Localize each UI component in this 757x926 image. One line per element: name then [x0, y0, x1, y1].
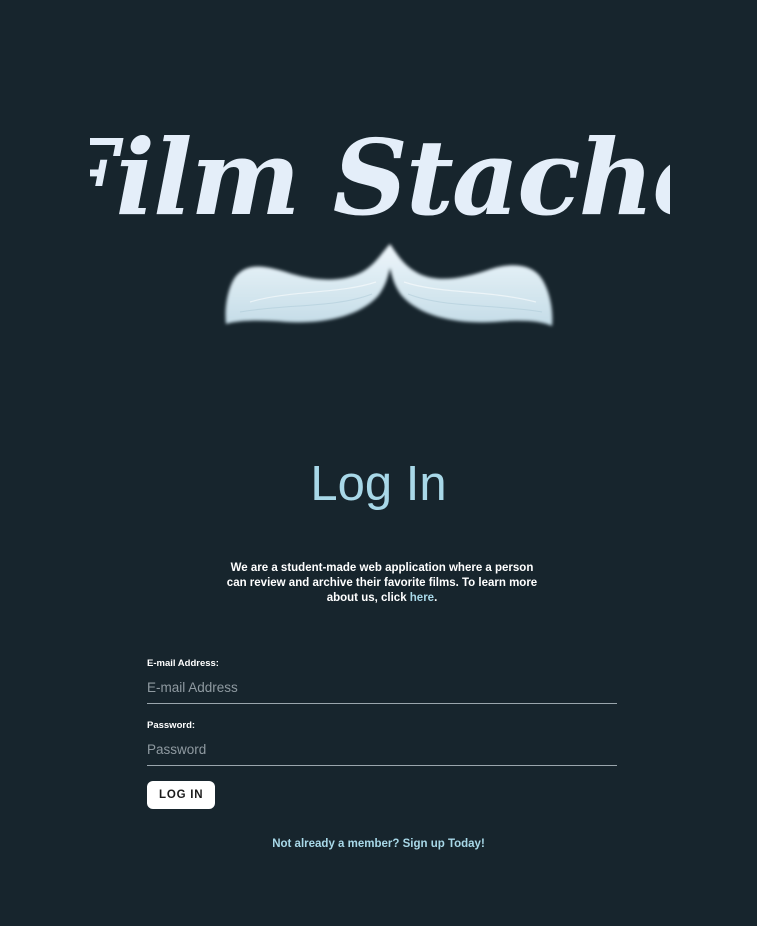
sign-up-link[interactable]: Not already a member? Sign up Today! — [272, 838, 485, 850]
intro-text: We are a student-made web application wh… — [222, 561, 542, 606]
intro-text-end: . — [434, 592, 438, 604]
login-form: E-mail Address: Password: LOG IN — [147, 657, 617, 809]
password-field[interactable] — [147, 733, 617, 766]
signup-prompt: Not already a member? Sign up Today! — [0, 834, 757, 852]
email-field[interactable] — [147, 671, 617, 704]
film-stache-logo: Film Stache — [90, 116, 670, 326]
login-page: Film Stache Log In We are a student-made… — [0, 0, 757, 926]
logo-wordmark: Film Stache — [90, 116, 670, 239]
page-title: Log In — [310, 457, 447, 511]
intro-text-body: We are a student-made web application wh… — [226, 562, 538, 604]
mustache-icon — [225, 244, 553, 326]
password-label: Password: — [147, 720, 196, 731]
log-in-button[interactable]: LOG IN — [147, 781, 216, 809]
email-label: E-mail Address: — [147, 658, 219, 669]
about-link[interactable]: here — [410, 592, 434, 604]
